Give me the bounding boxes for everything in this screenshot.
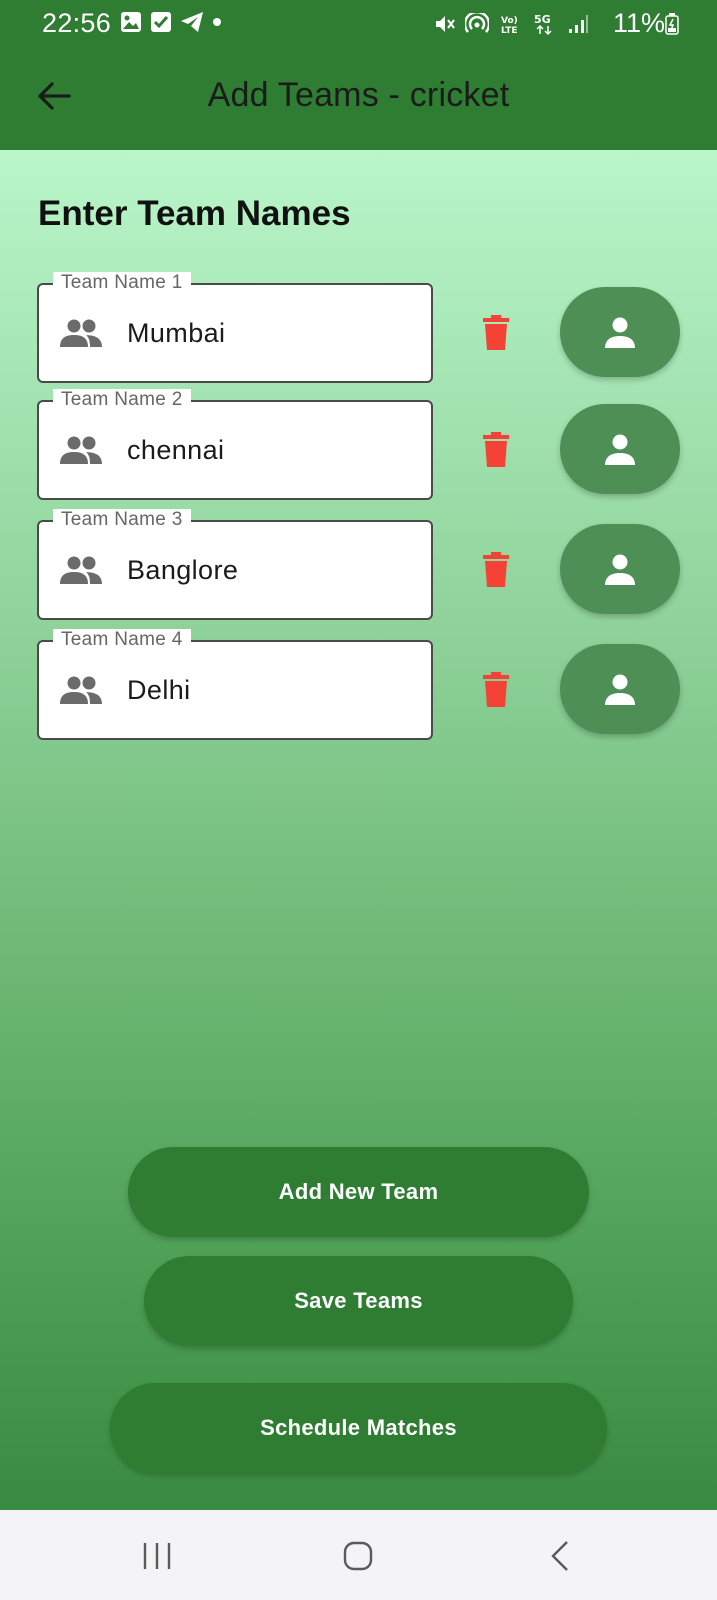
trash-icon: [483, 672, 509, 707]
hotspot-icon: [465, 13, 489, 33]
delete-team-button[interactable]: [476, 313, 516, 353]
svg-text:LTE: LTE: [501, 26, 518, 35]
system-nav-bar: [0, 1510, 717, 1600]
team-row: Team Name 4 Delhi: [0, 629, 717, 740]
group-icon: [60, 436, 102, 464]
team-name-field[interactable]: Team Name 3 Banglore: [37, 509, 433, 620]
team-name-value: Delhi: [127, 675, 191, 705]
team-row: Team Name 3 Banglore: [0, 509, 717, 620]
schedule-matches-button[interactable]: Schedule Matches: [110, 1383, 607, 1473]
notification-icons: [120, 11, 222, 33]
delete-team-button[interactable]: [476, 550, 516, 590]
status-time: 22:56: [42, 8, 112, 38]
delete-team-button[interactable]: [476, 670, 516, 710]
trash-icon: [483, 432, 509, 467]
recent-apps-icon: [143, 1543, 171, 1569]
dot-icon: [213, 18, 221, 26]
field-label: Team Name 1: [53, 272, 191, 294]
app-bar: Add Teams - cricket: [0, 48, 717, 150]
delete-team-button[interactable]: [476, 430, 516, 470]
chevron-left-icon: [551, 1541, 568, 1571]
recent-apps-button[interactable]: [127, 1534, 187, 1578]
trash-icon: [483, 552, 509, 587]
svg-text:Vo): Vo): [501, 16, 518, 26]
team-name-value: chennai: [127, 435, 225, 465]
add-players-button[interactable]: [560, 287, 680, 377]
add-players-button[interactable]: [560, 404, 680, 494]
svg-text:5G: 5G: [534, 13, 551, 26]
team-name-field[interactable]: Team Name 4 Delhi: [37, 629, 433, 740]
signal-icon: [569, 15, 588, 33]
group-icon: [60, 676, 102, 704]
group-icon: [60, 556, 102, 584]
section-heading: Enter Team Names: [38, 194, 351, 233]
person-icon: [605, 317, 635, 348]
volte-icon: Vo)LTE: [501, 16, 518, 35]
system-icons: Vo) LTE 5G: [433, 12, 589, 36]
person-icon: [605, 554, 635, 585]
status-bar: 22:56 Vo) LTE 5G 11%: [0, 0, 717, 48]
save-teams-button[interactable]: Save Teams: [144, 1256, 573, 1346]
add-new-team-button[interactable]: Add New Team: [128, 1147, 589, 1237]
team-name-field[interactable]: Team Name 1 Mumbai: [37, 272, 433, 383]
gallery-icon: [121, 12, 141, 32]
mute-icon: [436, 16, 455, 32]
home-button[interactable]: [328, 1534, 388, 1578]
team-row: Team Name 2 chennai: [0, 389, 717, 500]
add-players-button[interactable]: [560, 644, 680, 734]
trash-icon: [483, 315, 509, 350]
field-label: Team Name 3: [53, 509, 191, 531]
battery-percent: 11%: [612, 8, 665, 38]
team-name-value: Mumbai: [127, 318, 226, 348]
page-title: Add Teams - cricket: [207, 76, 510, 114]
telegram-icon: [181, 12, 203, 32]
team-name-field[interactable]: Team Name 2 chennai: [37, 389, 433, 500]
field-label: Team Name 4: [53, 629, 191, 651]
battery-icon: [665, 13, 679, 35]
home-icon: [343, 1541, 373, 1571]
5g-icon: 5G: [534, 13, 552, 36]
team-name-value: Banglore: [127, 555, 239, 585]
main-content: Enter Team Names Team Name 1 Mumbai Team…: [0, 150, 717, 1510]
field-label: Team Name 2: [53, 389, 191, 411]
team-row: Team Name 1 Mumbai: [0, 272, 717, 383]
group-icon: [60, 319, 102, 347]
person-icon: [605, 674, 635, 705]
add-players-button[interactable]: [560, 524, 680, 614]
checkbox-icon: [151, 12, 171, 32]
system-back-button[interactable]: [530, 1534, 590, 1578]
person-icon: [605, 434, 635, 465]
